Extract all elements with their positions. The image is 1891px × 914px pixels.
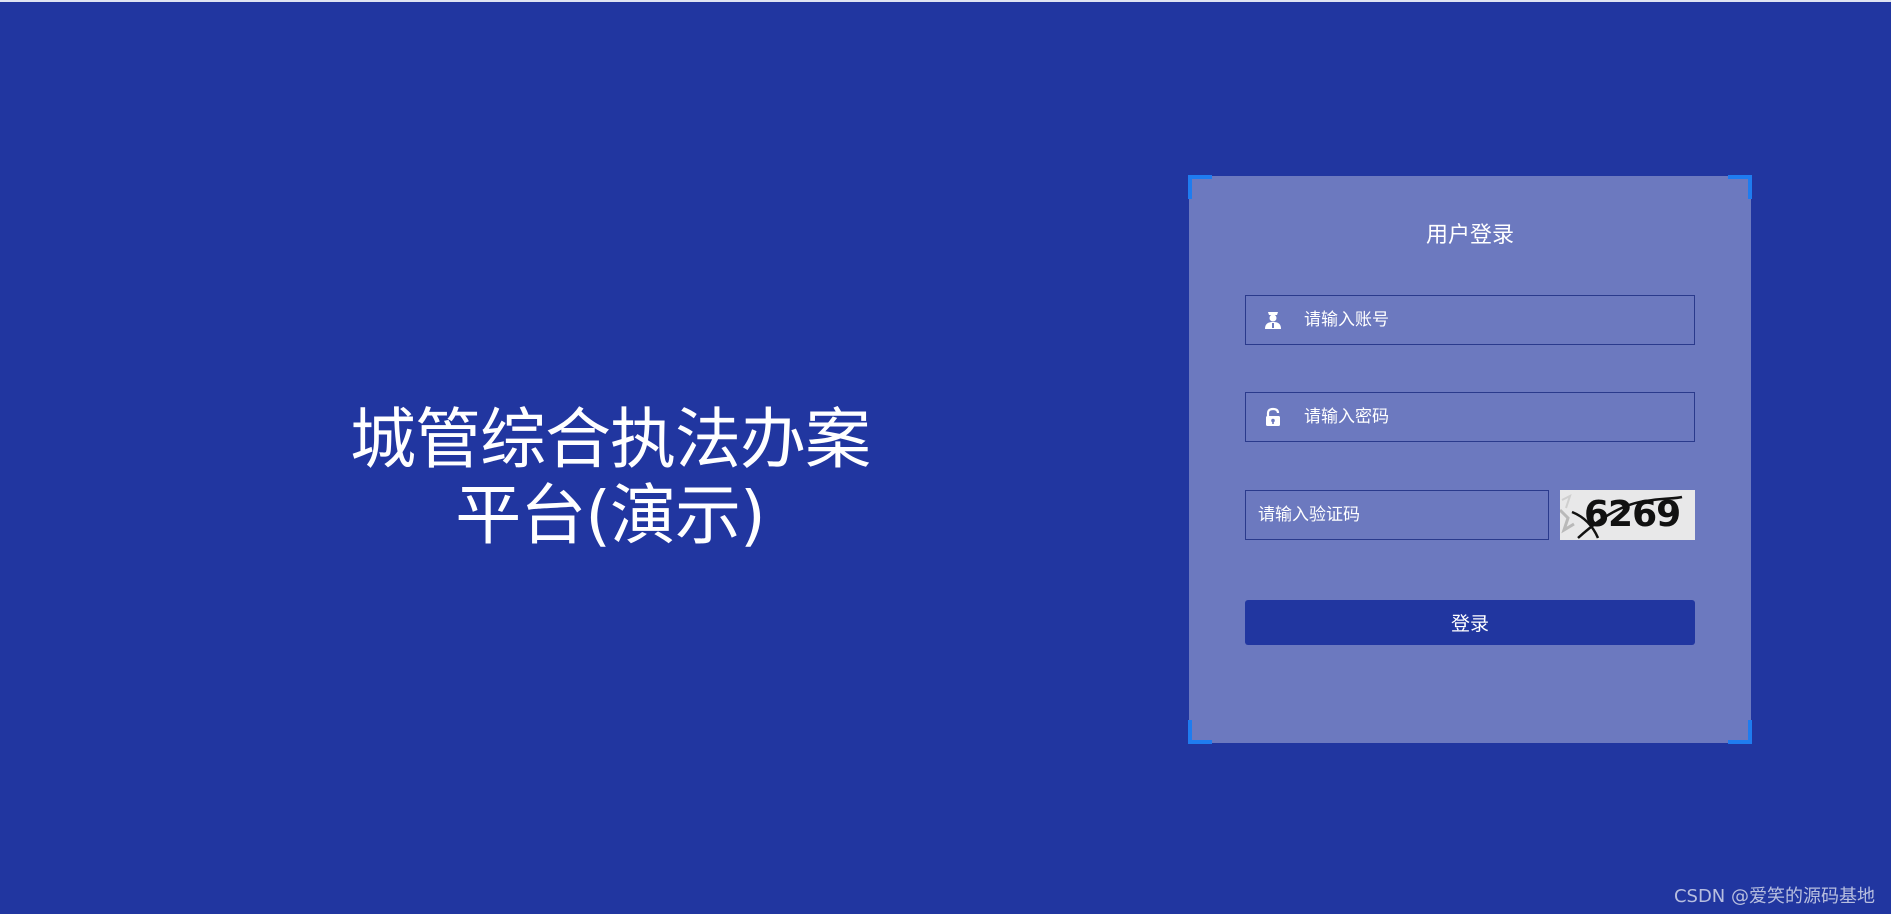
username-field[interactable] bbox=[1245, 295, 1695, 345]
captcha-input[interactable] bbox=[1258, 491, 1538, 539]
platform-title-line1: 城管综合执法办案 bbox=[350, 401, 871, 478]
captcha-image[interactable]: 6269 bbox=[1560, 490, 1695, 540]
platform-title: 城管综合执法办案 平台(演示) bbox=[300, 402, 920, 554]
password-input[interactable] bbox=[1304, 393, 1684, 441]
corner-decoration-bottom-left bbox=[1188, 720, 1212, 744]
login-panel: 用户登录 请输入账号 请输入验证码 6269 登录 bbox=[1188, 175, 1752, 744]
watermark: CSDN @爱笑的源码基地 bbox=[1673, 886, 1875, 907]
top-border bbox=[0, 0, 1891, 2]
corner-decoration-top-left bbox=[1188, 175, 1212, 199]
captcha-field[interactable] bbox=[1245, 490, 1549, 540]
username-input[interactable] bbox=[1304, 296, 1684, 344]
corner-decoration-top-right bbox=[1728, 175, 1752, 199]
lock-icon bbox=[1262, 406, 1284, 428]
platform-title-line2: 平台(演示) bbox=[455, 477, 766, 554]
login-button[interactable]: 登录 bbox=[1245, 600, 1695, 645]
user-icon bbox=[1262, 309, 1284, 331]
password-field[interactable] bbox=[1245, 392, 1695, 442]
corner-decoration-bottom-right bbox=[1728, 720, 1752, 744]
login-title: 用户登录 bbox=[1425, 223, 1514, 248]
